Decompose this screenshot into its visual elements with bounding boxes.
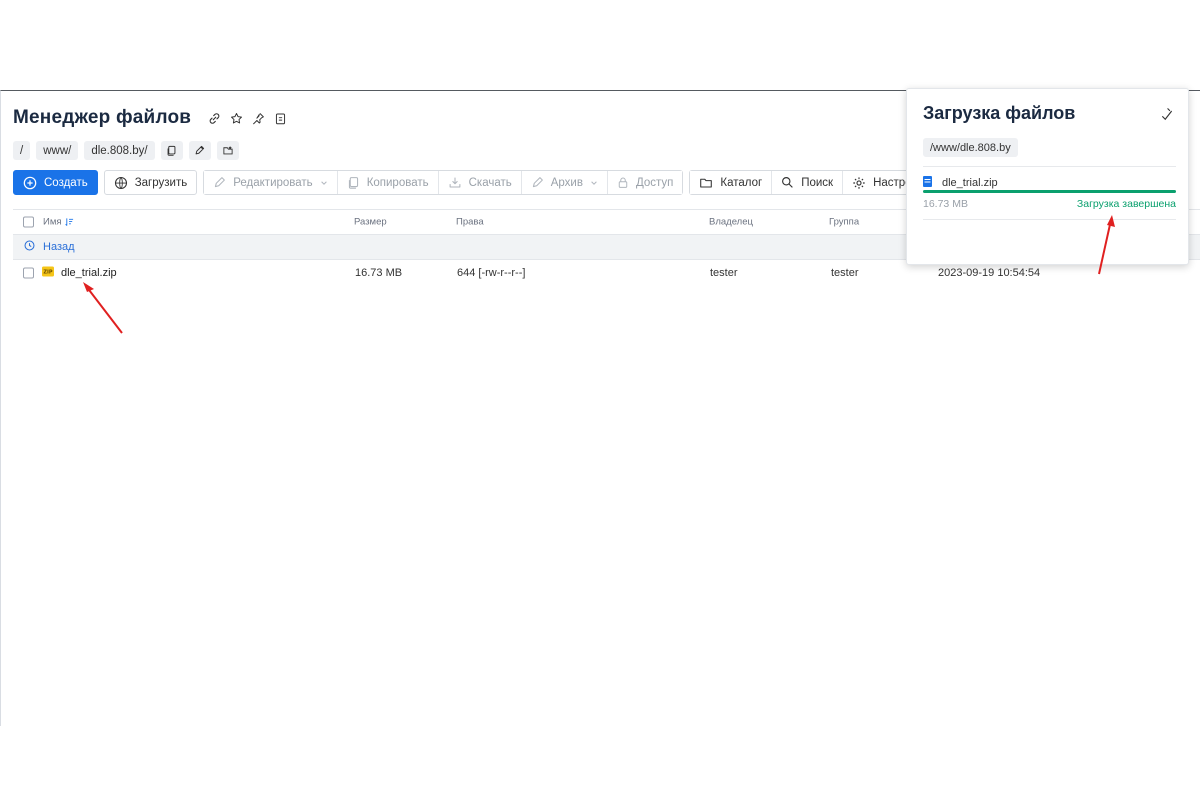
copy-button-label: Копировать (366, 176, 429, 189)
copy-path-button[interactable] (160, 141, 183, 160)
breadcrumb-root[interactable]: / (13, 141, 31, 160)
page-title: Менеджер файлов (13, 107, 192, 128)
column-name[interactable]: Имя (43, 217, 74, 228)
file-owner: tester (710, 266, 738, 279)
view-actions-group: Каталог Поиск Настройки (689, 170, 940, 195)
upload-button[interactable]: Загрузить (103, 170, 198, 195)
file-icon (923, 176, 932, 190)
search-button[interactable]: Поиск (772, 171, 844, 194)
column-name-label: Имя (43, 216, 62, 228)
row-checkbox[interactable] (23, 267, 34, 278)
divider (923, 166, 1176, 167)
file-size: 16.73 MB (355, 266, 403, 279)
archive-button[interactable]: Архив (521, 171, 608, 194)
upload-file-name: dle_trial.zip (942, 177, 998, 189)
upload-progress-fill (923, 190, 1176, 193)
file-rights: 644 [-rw-r--r--] (457, 266, 526, 279)
zip-file-icon: ZIP (42, 266, 54, 279)
plus-circle-icon (23, 176, 37, 189)
file-name[interactable]: dle_trial.zip (61, 267, 117, 279)
catalog-button[interactable]: Каталог (690, 171, 773, 194)
file-modified: 2023-09-19 10:54:54 (938, 266, 1041, 279)
archive-button-label: Архив (550, 176, 583, 189)
download-button-label: Скачать (468, 176, 512, 189)
create-button[interactable]: Создать (13, 170, 98, 195)
select-all-checkbox[interactable] (23, 216, 34, 228)
breadcrumb-site[interactable]: dle.808.by/ (84, 141, 155, 160)
upload-file-size: 16.73 MB (923, 198, 968, 210)
divider (923, 219, 1176, 220)
edit-path-button[interactable] (188, 141, 211, 160)
page-header: Менеджер файлов (13, 107, 287, 129)
breadcrumb-www[interactable]: www/ (36, 141, 79, 160)
title-actions (207, 111, 287, 125)
svg-text:ZIP: ZIP (43, 269, 52, 275)
column-size[interactable]: Размер (354, 217, 387, 228)
download-icon (449, 177, 461, 188)
copy-button[interactable]: Копировать (337, 171, 439, 194)
upload-button-label: Загрузить (134, 176, 188, 189)
access-button-label: Доступ (635, 176, 674, 189)
lock-icon (618, 177, 628, 188)
file-group: tester (831, 266, 859, 279)
edit-button[interactable]: Редактировать (204, 171, 338, 194)
column-group[interactable]: Группа (829, 217, 859, 228)
close-icon[interactable] (1160, 107, 1174, 121)
upload-progress-bar (923, 190, 1176, 193)
create-button-label: Создать (44, 176, 88, 189)
pencil-icon (215, 177, 226, 188)
file-actions-group: Редактировать Копировать Скачать Архив Д… (203, 170, 684, 195)
globe-upload-icon (114, 176, 127, 189)
edit-button-label: Редактировать (233, 176, 313, 189)
gear-icon (853, 176, 865, 189)
upload-file-item: dle_trial.zip (923, 176, 998, 190)
chevron-down-icon (320, 180, 327, 185)
pin-icon[interactable] (251, 111, 265, 125)
bookmark-icon (223, 146, 233, 155)
back-icon (24, 240, 35, 254)
copy-icon (167, 145, 176, 156)
upload-panel-title: Загрузка файлов (923, 103, 1076, 123)
clipboard-icon[interactable] (273, 111, 287, 125)
pencil-icon (195, 145, 205, 155)
pencil-icon (532, 177, 543, 188)
copy-icon (348, 177, 358, 189)
search-icon (782, 177, 793, 188)
search-button-label: Поиск (801, 176, 834, 189)
star-icon[interactable] (229, 111, 243, 125)
back-label: Назад (43, 241, 75, 253)
folder-icon (700, 178, 713, 188)
upload-panel: Загрузка файлов /www/dle.808.by dle_tria… (906, 88, 1189, 265)
access-button[interactable]: Доступ (607, 171, 683, 194)
upload-path: /www/dle.808.by (923, 138, 1018, 157)
breadcrumb: / www/ dle.808.by/ (13, 141, 239, 160)
toolbar: Создать Загрузить Редактировать Копирова… (13, 170, 940, 195)
download-button[interactable]: Скачать (438, 171, 522, 194)
column-rights[interactable]: Права (456, 217, 484, 228)
column-owner[interactable]: Владелец (709, 217, 753, 228)
link-icon[interactable] (207, 111, 221, 125)
upload-status: Загрузка завершена (1076, 198, 1176, 210)
sort-icon (64, 218, 73, 226)
catalog-button-label: Каталог (720, 176, 763, 189)
chevron-down-icon (591, 180, 597, 185)
bookmark-path-button[interactable] (216, 141, 239, 160)
